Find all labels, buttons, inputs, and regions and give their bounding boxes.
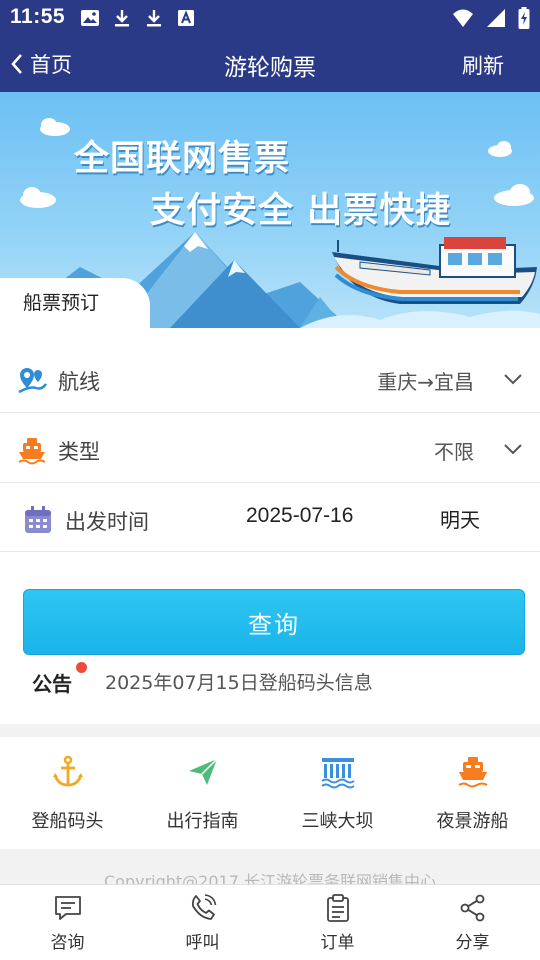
promo-banner: 全国联网售票 支付安全 出票快捷 船票预订 [0,92,540,328]
route-pin-icon [18,368,48,394]
notice-label: 公告 [32,672,72,696]
chevron-down-icon [504,374,522,385]
departure-date-value: 2025-07-16 [246,504,354,527]
tab-share[interactable]: 分享 [405,885,540,960]
ship-icon [457,757,488,788]
type-selector[interactable]: 类型 不限 [0,414,540,483]
download-icon [115,10,129,27]
ship-icon [18,438,46,465]
quick-link-boarding-dock[interactable]: 登船码头 [0,737,135,849]
bottom-tab-bar: 咨询 呼叫 订单 分享 [0,884,540,960]
download-icon [147,10,161,27]
quick-link-label: 登船码头 [31,811,104,832]
notice-link[interactable]: 2025年07月15日登船码头信息 [105,668,373,695]
refresh-button[interactable]: 刷新 [462,50,504,80]
tab-orders[interactable]: 订单 [270,885,405,960]
a-keyboard-icon [178,10,194,26]
banner-subheadline: 支付安全 出票快捷 [150,191,452,231]
type-label: 类型 [58,440,100,464]
quick-link-night-cruise[interactable]: 夜景游船 [405,737,540,849]
tab-label: 订单 [320,933,355,953]
wifi-icon [453,9,473,27]
departure-date-selector[interactable]: 出发时间 2025-07-16 明天 [0,484,540,552]
share-icon [460,894,484,922]
ticket-booking-tab: 船票预订 [0,278,150,328]
dam-icon [320,758,355,789]
calendar-icon [25,506,51,533]
status-bar: 11:55 [0,0,540,36]
chat-icon [54,896,81,920]
tab-consult[interactable]: 咨询 [0,885,135,960]
type-value: 不限 [434,440,474,464]
route-label: 航线 [58,370,100,394]
banner-headline: 全国联网售票 [74,139,291,179]
tab-label: 咨询 [50,933,85,953]
signal-icon [487,9,505,27]
ticket-booking-tab-label: 船票预订 [23,292,100,314]
quick-link-label: 夜景游船 [436,811,509,832]
page-title: 游轮购票 [224,55,316,81]
top-nav-bar: 首页 游轮购票 刷新 [0,36,540,92]
route-selector[interactable]: 航线 重庆→宜昌 [0,344,540,413]
quick-link-label: 三峡大坝 [301,811,374,832]
chevron-down-icon [504,444,522,455]
departure-relative-day: 明天 [440,508,480,532]
status-notification-icons [80,8,196,28]
battery-charging-icon [518,7,530,29]
tab-label: 呼叫 [185,933,220,953]
booking-form: 航线 重庆→宜昌 类型 不限 出发时间 2025-07-16 明天 查询 公告 … [0,328,540,724]
status-system-icons [452,7,530,29]
quick-link-label: 出行指南 [166,811,239,832]
notice-unread-dot [76,662,87,673]
paper-plane-icon [188,758,218,785]
anchor-icon [52,755,83,787]
query-button[interactable]: 查询 [23,589,525,655]
quick-links: 登船码头 出行指南 三峡大坝 夜景游船 [0,737,540,849]
clipboard-icon [326,894,349,922]
phone-icon [191,894,216,920]
quick-link-three-gorges-dam[interactable]: 三峡大坝 [270,737,405,849]
route-value: 重庆→宜昌 [377,370,474,394]
quick-link-travel-guide[interactable]: 出行指南 [135,737,270,849]
image-icon [81,10,99,26]
status-time: 11:55 [10,5,66,28]
tab-call[interactable]: 呼叫 [135,885,270,960]
tab-label: 分享 [455,933,490,953]
departure-label: 出发时间 [65,510,149,534]
